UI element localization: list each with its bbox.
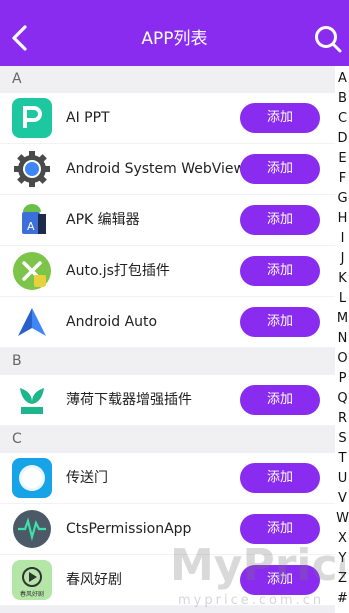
section-header-c: C bbox=[0, 426, 335, 453]
index-letter[interactable]: Z bbox=[336, 572, 349, 585]
index-letter[interactable]: S bbox=[336, 432, 349, 445]
list-item-portal[interactable]: 传送门 添加 bbox=[0, 453, 335, 504]
index-letter[interactable]: A bbox=[336, 72, 349, 85]
list-item-autojs[interactable]: Auto.js打包插件 添加 bbox=[0, 246, 335, 297]
add-button[interactable]: 添加 bbox=[240, 256, 320, 286]
index-letter[interactable]: M bbox=[336, 312, 349, 325]
app-name: Android System WebView bbox=[66, 161, 245, 177]
pulse-icon bbox=[12, 509, 52, 549]
add-button[interactable]: 添加 bbox=[240, 385, 320, 415]
add-button[interactable]: 添加 bbox=[240, 565, 320, 595]
search-icon[interactable] bbox=[313, 24, 343, 54]
index-letter[interactable]: P bbox=[336, 372, 349, 385]
index-letter[interactable]: T bbox=[336, 452, 349, 465]
index-letter[interactable]: X bbox=[336, 532, 349, 545]
app-name: Auto.js打包插件 bbox=[66, 263, 170, 279]
app-name: 春风好剧 bbox=[66, 572, 122, 588]
index-letter[interactable]: U bbox=[336, 472, 349, 485]
index-letter[interactable]: B bbox=[336, 92, 349, 105]
index-letter[interactable]: E bbox=[336, 152, 349, 165]
app-name: CtsPermissionApp bbox=[66, 521, 192, 537]
add-button[interactable]: 添加 bbox=[240, 463, 320, 493]
add-button[interactable]: 添加 bbox=[240, 307, 320, 337]
mint-leaf-icon bbox=[12, 380, 52, 420]
list-item-mint-downloader[interactable]: 薄荷下载器增强插件 添加 bbox=[0, 375, 335, 426]
section-header-a: A bbox=[0, 66, 335, 93]
index-letter[interactable]: D bbox=[336, 132, 349, 145]
gear-icon bbox=[12, 149, 52, 189]
index-letter[interactable]: Y bbox=[336, 552, 349, 565]
list-item-android-auto[interactable]: Android Auto 添加 bbox=[0, 297, 335, 348]
index-letter[interactable]: K bbox=[336, 272, 349, 285]
wrench-screwdriver-icon bbox=[12, 251, 52, 291]
app-list[interactable]: A AI PPT 添加 Android System WebView 添加 A … bbox=[0, 66, 335, 613]
app-name: APK 编辑器 bbox=[66, 212, 140, 228]
index-letter[interactable]: V bbox=[336, 492, 349, 505]
index-letter[interactable]: H bbox=[336, 212, 349, 225]
navigation-arrow-icon bbox=[12, 302, 52, 342]
add-button[interactable]: 添加 bbox=[240, 514, 320, 544]
app-name: 薄荷下载器增强插件 bbox=[66, 392, 192, 408]
index-letter[interactable]: # bbox=[336, 592, 349, 605]
list-item-cts-permission[interactable]: CtsPermissionApp 添加 bbox=[0, 504, 335, 555]
index-letter[interactable]: R bbox=[336, 412, 349, 425]
alphabet-index-bar[interactable]: A B C D E F G H I J K L M N O P Q R S T … bbox=[335, 66, 349, 613]
add-button[interactable]: 添加 bbox=[240, 205, 320, 235]
svg-text:A: A bbox=[27, 220, 35, 233]
index-letter[interactable]: Q bbox=[336, 392, 349, 405]
list-item-apk-editor[interactable]: A APK 编辑器 添加 bbox=[0, 195, 335, 246]
index-letter[interactable]: C bbox=[336, 112, 349, 125]
index-letter[interactable]: O bbox=[336, 352, 349, 365]
list-item-webview[interactable]: Android System WebView 添加 bbox=[0, 144, 335, 195]
play-icon: 春风好剧 bbox=[12, 560, 52, 600]
list-item-ai-ppt[interactable]: AI PPT 添加 bbox=[0, 93, 335, 144]
section-header-b: B bbox=[0, 348, 335, 375]
list-item-chunfeng[interactable]: 春风好剧 春风好剧 添加 bbox=[0, 555, 335, 606]
index-letter[interactable]: F bbox=[336, 172, 349, 185]
index-letter[interactable]: W bbox=[336, 512, 349, 525]
index-letter[interactable]: L bbox=[336, 292, 349, 305]
android-robot-icon: A bbox=[12, 200, 52, 240]
app-name: Android Auto bbox=[66, 314, 158, 330]
add-button[interactable]: 添加 bbox=[240, 154, 320, 184]
index-letter[interactable]: J bbox=[336, 252, 349, 265]
app-name: 传送门 bbox=[66, 470, 108, 486]
blue-circle-icon bbox=[12, 458, 52, 498]
p-letter-icon bbox=[12, 98, 52, 138]
page-title: APP列表 bbox=[141, 29, 208, 49]
top-app-bar: APP列表 bbox=[0, 0, 349, 66]
index-letter[interactable]: N bbox=[336, 332, 349, 345]
svg-text:春风好剧: 春风好剧 bbox=[20, 590, 44, 598]
index-letter[interactable]: G bbox=[336, 192, 349, 205]
app-name: AI PPT bbox=[66, 110, 110, 126]
add-button[interactable]: 添加 bbox=[240, 103, 320, 133]
index-letter[interactable]: I bbox=[336, 232, 349, 245]
